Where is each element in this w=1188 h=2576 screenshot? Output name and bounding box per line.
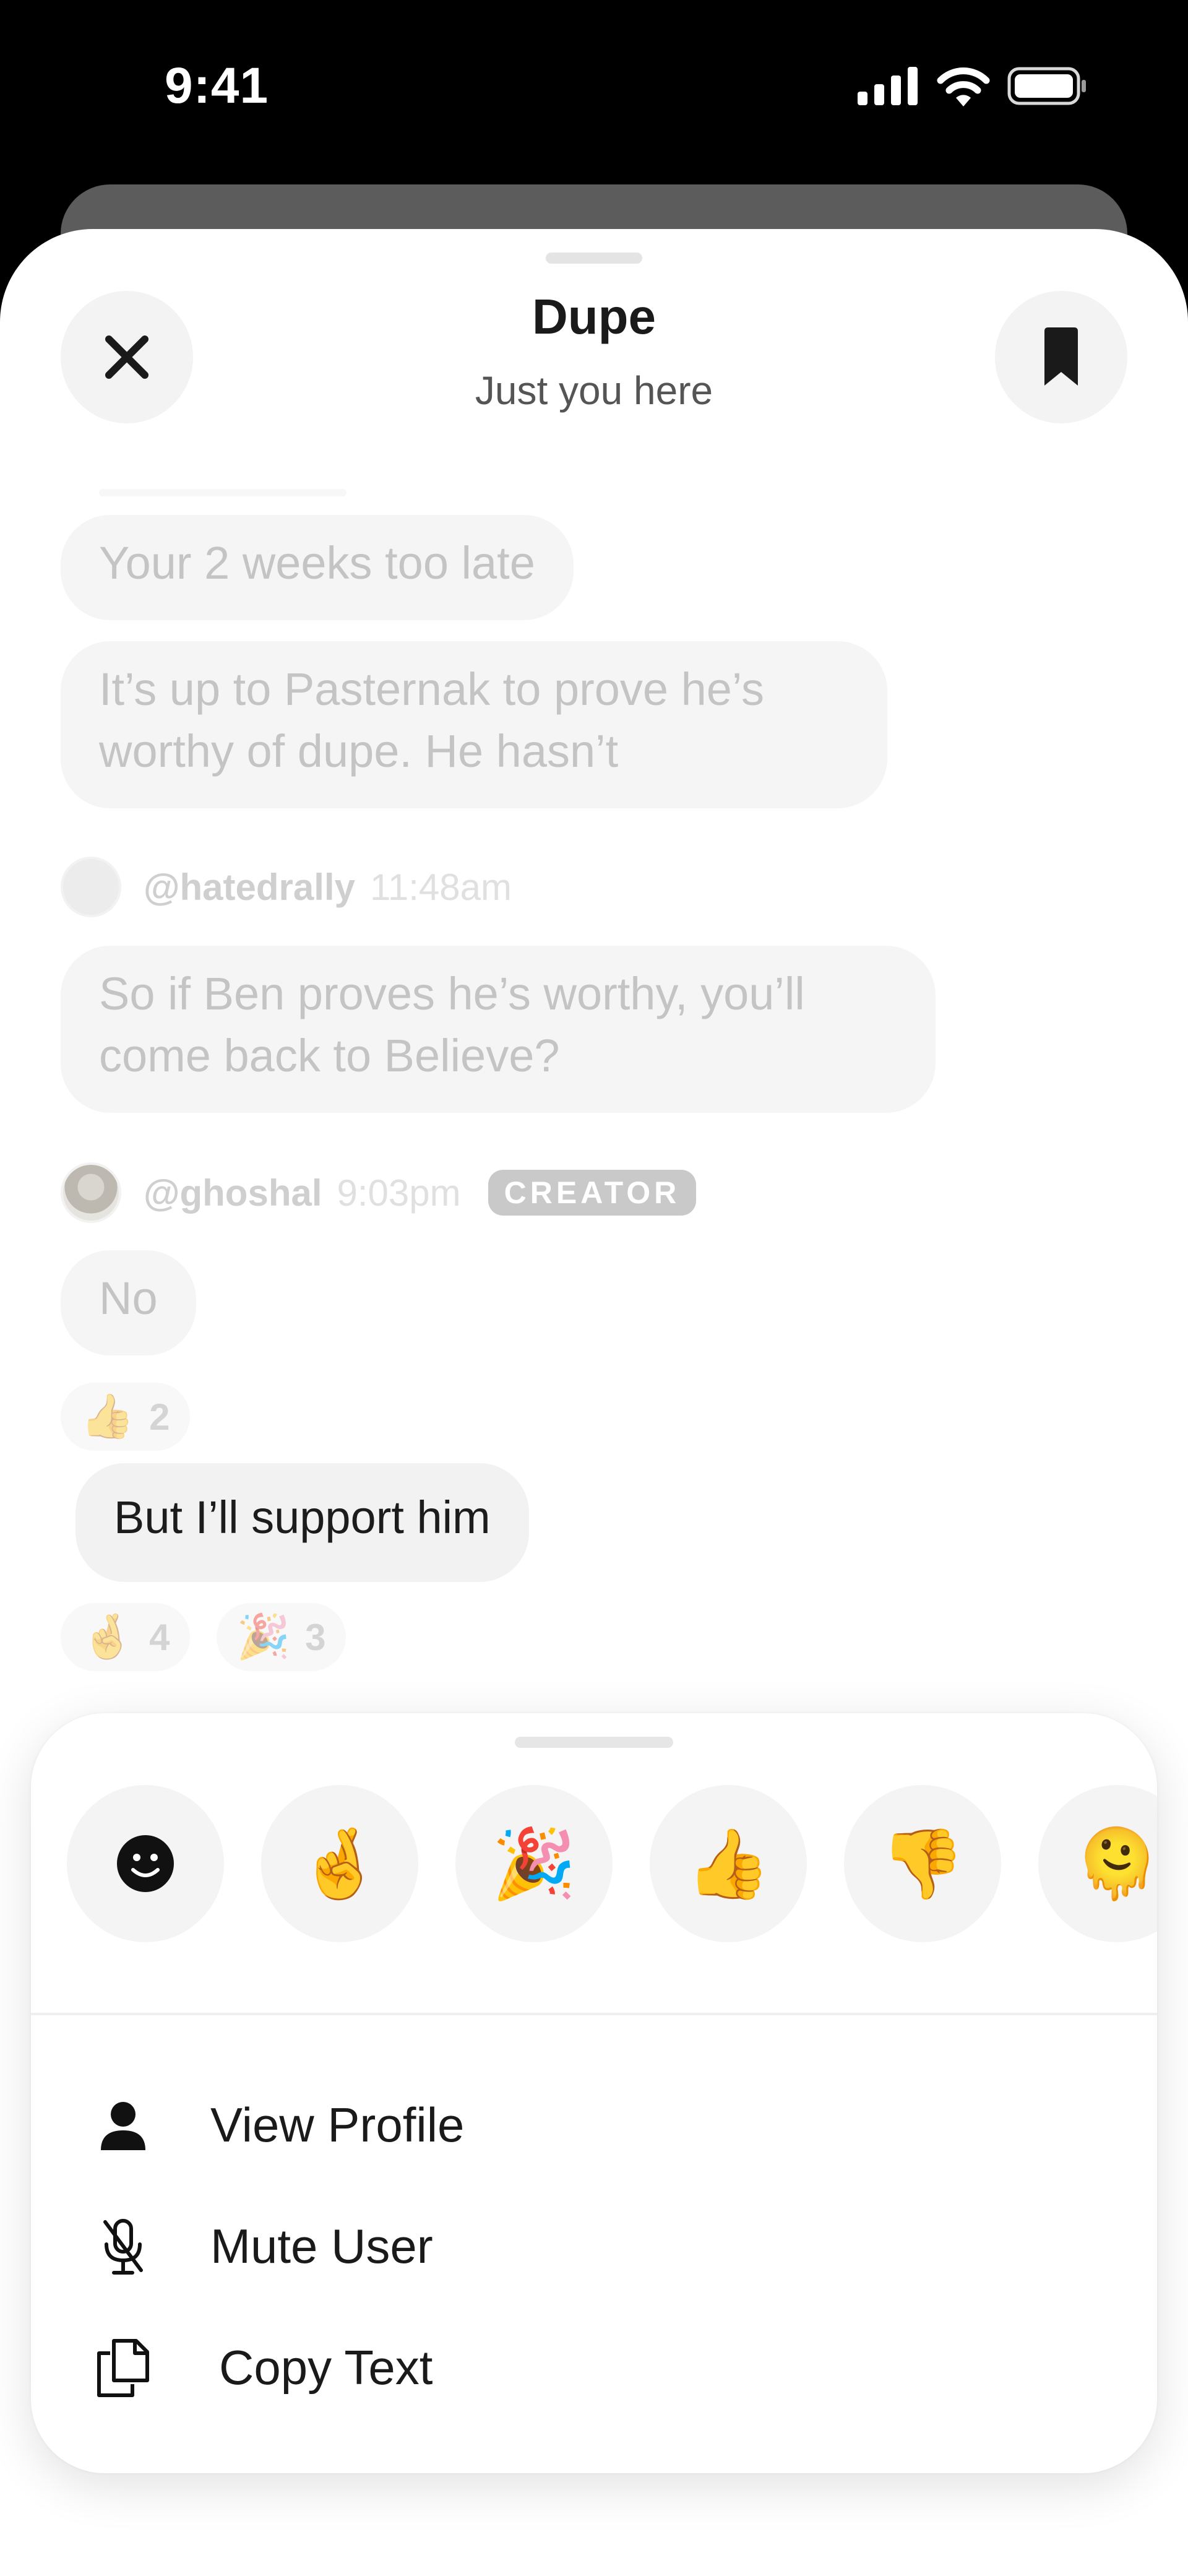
message-bubble[interactable]: Your 2 weeks too late bbox=[61, 515, 574, 620]
reaction-count: 4 bbox=[149, 1616, 170, 1658]
message-text-line: worthy of dupe. He hasn’t bbox=[99, 725, 619, 777]
battery-icon bbox=[1007, 67, 1086, 105]
wifi-icon bbox=[937, 67, 990, 106]
reaction-melting-face[interactable]: 🫠 bbox=[1038, 1785, 1157, 1942]
add-reaction-button[interactable] bbox=[67, 1785, 224, 1942]
username[interactable]: @hatedrally bbox=[144, 866, 355, 909]
message-text-line: So if Ben proves he’s worthy, you’ll bbox=[99, 968, 805, 1019]
message-text: No bbox=[99, 1273, 158, 1324]
reaction-party-popper[interactable]: 🎉 bbox=[455, 1785, 613, 1942]
melting-face-icon: 🫠 bbox=[1074, 1825, 1157, 1902]
username[interactable]: @ghoshal bbox=[144, 1172, 322, 1214]
reaction-count: 2 bbox=[149, 1396, 170, 1438]
selected-message-bubble[interactable]: But I’ll support him bbox=[75, 1463, 529, 1582]
microphone-slash-icon bbox=[95, 2218, 151, 2275]
party-popper-icon: 🎉 bbox=[236, 1612, 291, 1661]
signal-icon bbox=[858, 67, 918, 105]
reaction-thumbs-down[interactable]: 👎 bbox=[844, 1785, 1001, 1942]
thumbs-up-icon: 👍 bbox=[80, 1392, 135, 1440]
avatar[interactable] bbox=[61, 1162, 121, 1223]
status-time: 9:41 bbox=[165, 58, 269, 114]
reaction-chip[interactable]: 🎉 3 bbox=[217, 1603, 346, 1671]
crossed-fingers-icon: 🤞 bbox=[297, 1825, 382, 1902]
copy-text-item[interactable]: Copy Text bbox=[95, 2338, 433, 2397]
message-text-line: It’s up to Pasternak to prove he’s bbox=[99, 663, 765, 715]
mute-user-label: Mute User bbox=[210, 2219, 433, 2273]
reaction-picker[interactable]: 🤞 🎉 👍 👎 🫠 bbox=[67, 1785, 1157, 1942]
reaction-thumbs-up[interactable]: 👍 bbox=[650, 1785, 807, 1942]
copy-text-label: Copy Text bbox=[219, 2340, 433, 2395]
message-bubble[interactable]: It’s up to Pasternak to prove he’s worth… bbox=[61, 641, 887, 808]
copy-icon bbox=[95, 2338, 151, 2397]
message-bubble[interactable]: So if Ben proves he’s worthy, you’ll com… bbox=[61, 946, 936, 1113]
view-profile-label: View Profile bbox=[210, 2098, 465, 2152]
reaction-count: 3 bbox=[305, 1616, 326, 1658]
message-text: Your 2 weeks too late bbox=[99, 537, 535, 589]
avatar[interactable] bbox=[61, 857, 121, 917]
mute-user-item[interactable]: Mute User bbox=[95, 2218, 433, 2275]
person-icon bbox=[95, 2098, 151, 2153]
view-profile-item[interactable]: View Profile bbox=[95, 2097, 464, 2153]
status-icons bbox=[858, 66, 1088, 106]
message-time: 9:03pm bbox=[337, 1172, 461, 1214]
divider bbox=[31, 2013, 1157, 2015]
message-text: But I’ll support him bbox=[114, 1492, 491, 1543]
message-meta: @hatedrally 11:48am bbox=[61, 857, 512, 917]
creator-badge: CREATOR bbox=[488, 1170, 697, 1216]
thumbs-down-icon: 👎 bbox=[880, 1825, 965, 1902]
reaction-chip[interactable]: 🤞 4 bbox=[61, 1603, 190, 1671]
message-bubble[interactable]: No bbox=[61, 1250, 196, 1355]
party-popper-icon: 🎉 bbox=[491, 1825, 577, 1902]
smiley-icon bbox=[117, 1835, 174, 1892]
message-meta: @ghoshal 9:03pm CREATOR bbox=[61, 1162, 697, 1223]
message-time: 11:48am bbox=[369, 866, 512, 908]
action-sheet-grabber[interactable] bbox=[515, 1737, 673, 1748]
message-text-line: come back to Believe? bbox=[99, 1030, 560, 1081]
previous-message-edge bbox=[99, 489, 346, 496]
reaction-crossed-fingers[interactable]: 🤞 bbox=[261, 1785, 418, 1942]
crossed-fingers-icon: 🤞 bbox=[80, 1612, 135, 1661]
thumbs-up-icon: 👍 bbox=[686, 1825, 771, 1902]
reaction-chip[interactable]: 👍 2 bbox=[61, 1383, 190, 1451]
message-action-sheet: 🤞 🎉 👍 👎 🫠 View Profile Mute User Copy Te… bbox=[31, 1713, 1157, 2473]
